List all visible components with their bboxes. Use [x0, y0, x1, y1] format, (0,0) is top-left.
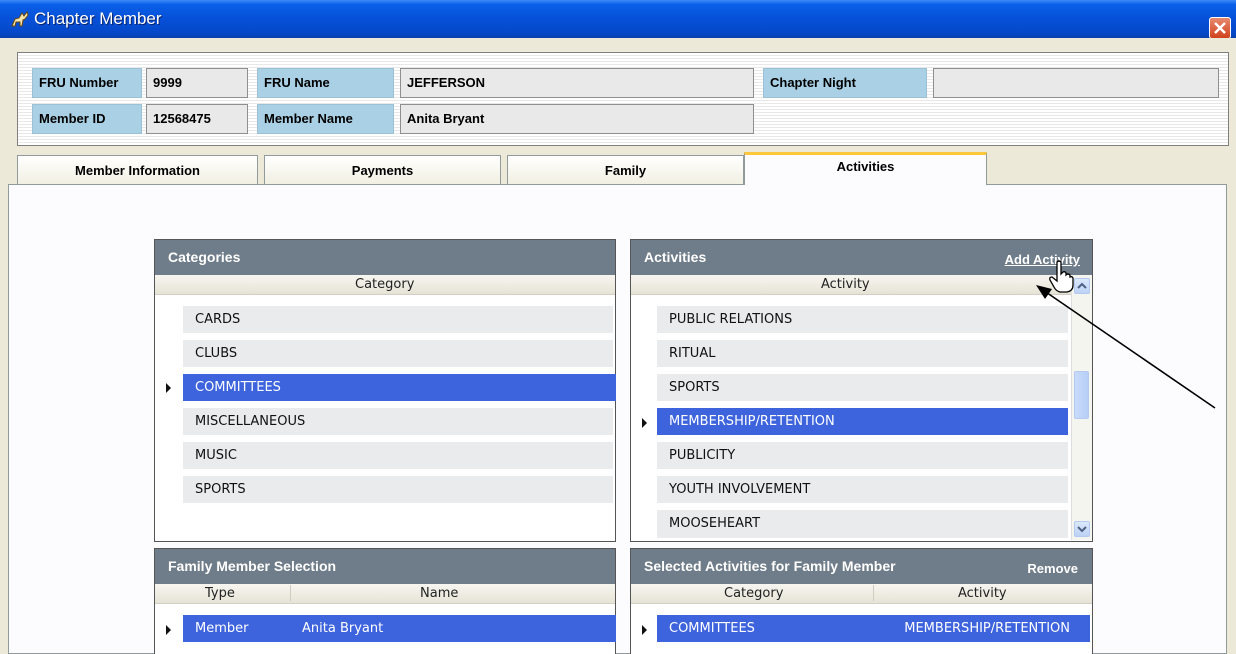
title-bar[interactable]: Chapter Member [0, 0, 1236, 39]
family-member-row-selected[interactable]: Member Anita Bryant [183, 615, 616, 642]
selected-row-category: COMMITTEES [669, 621, 755, 636]
activity-row[interactable]: SPORTS [657, 374, 1068, 401]
fru-number-field: 9999 [146, 68, 248, 98]
moose-app-icon [11, 10, 29, 27]
close-icon [1214, 22, 1226, 34]
window-title: Chapter Member [34, 9, 162, 28]
categories-column-header[interactable]: Category [155, 275, 615, 295]
hand-cursor-icon [1049, 260, 1074, 293]
categories-title: Categories [168, 249, 241, 265]
current-row-indicator-icon [642, 625, 647, 635]
family-member-title: Family Member Selection [168, 558, 337, 574]
member-id-label: Member ID [32, 104, 142, 134]
selected-activities-column-header[interactable]: Category Activity [631, 584, 1092, 604]
category-row[interactable]: MISCELLANEOUS [183, 408, 613, 435]
category-row[interactable]: MUSIC [183, 442, 613, 469]
member-name-label: Member Name [257, 104, 394, 134]
column-divider [873, 585, 874, 601]
tab-activities[interactable]: Activities [744, 152, 987, 185]
family-member-name: Anita Bryant [302, 621, 384, 636]
family-member-type: Member [195, 621, 249, 636]
activities-grid-header: Activities Add Activity [631, 240, 1092, 275]
close-button[interactable] [1209, 17, 1231, 39]
current-row-indicator-icon [642, 418, 647, 428]
chevron-down-icon [1077, 526, 1087, 533]
chapter-night-label: Chapter Night [763, 68, 927, 98]
chapter-night-field [933, 68, 1219, 98]
fru-number-label: FRU Number [32, 68, 142, 98]
family-grid-header: Family Member Selection [155, 549, 615, 584]
activity-column-label: Activity [821, 277, 870, 292]
column-divider [290, 585, 291, 601]
remove-link[interactable]: Remove [1027, 561, 1078, 576]
category-row[interactable]: CLUBS [183, 340, 613, 367]
fru-name-label: FRU Name [257, 68, 394, 98]
selected-category-column-label: Category [724, 586, 784, 601]
member-name-field: Anita Bryant [400, 104, 754, 134]
chapter-member-window: Chapter Member FRU Number 9999 FRU Name … [0, 0, 1236, 654]
activity-row[interactable]: MOOSEHEART [657, 510, 1068, 538]
tab-family[interactable]: Family [507, 155, 744, 185]
selected-activity-column-label: Activity [958, 586, 1007, 601]
current-row-indicator-icon [166, 383, 171, 393]
selected-activity-row[interactable]: COMMITTEES MEMBERSHIP/RETENTION [657, 615, 1090, 642]
member-id-field: 12568475 [146, 104, 248, 134]
category-row[interactable]: SPORTS [183, 476, 613, 503]
activities-title: Activities [644, 249, 707, 265]
family-column-header[interactable]: Type Name [155, 584, 615, 604]
activity-row[interactable]: PUBLICITY [657, 442, 1068, 469]
current-row-indicator-icon [166, 625, 171, 635]
fru-name-field: JEFFERSON [400, 68, 754, 98]
selected-activities-title: Selected Activities for Family Member [644, 558, 896, 574]
category-column-label: Category [355, 277, 415, 292]
category-row-selected[interactable]: COMMITTEES [183, 374, 616, 401]
name-column-label: Name [420, 586, 459, 601]
category-row[interactable]: CARDS [183, 306, 613, 333]
activity-row[interactable]: PUBLIC RELATIONS [657, 306, 1068, 333]
activities-column-header[interactable]: Activity [631, 275, 1092, 295]
activity-row-selected[interactable]: MEMBERSHIP/RETENTION [657, 408, 1068, 435]
scroll-down-button[interactable] [1074, 521, 1090, 537]
selected-activities-header: Selected Activities for Family Member Re… [631, 549, 1092, 584]
tab-payments[interactable]: Payments [264, 155, 501, 185]
selected-row-activity: MEMBERSHIP/RETENTION [904, 621, 1070, 636]
type-column-label: Type [205, 586, 235, 601]
activity-row[interactable]: YOUTH INVOLVEMENT [657, 476, 1068, 503]
tab-member-information[interactable]: Member Information [17, 155, 258, 185]
activity-row[interactable]: RITUAL [657, 340, 1068, 367]
categories-grid-header: Categories [155, 240, 615, 275]
